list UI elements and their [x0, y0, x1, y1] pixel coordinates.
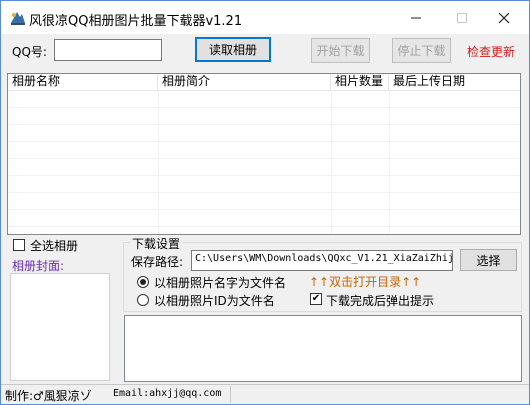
- list-empty-row: [8, 193, 520, 210]
- album-cover-label: 相册封面:: [12, 259, 65, 273]
- qq-number-label: QQ号:: [12, 45, 47, 59]
- list-empty-row: [8, 176, 520, 193]
- filename-by-id-label[interactable]: 以相册照片ID为文件名: [154, 292, 275, 309]
- start-download-button[interactable]: 开始下载: [311, 38, 370, 63]
- list-empty-row: [8, 91, 520, 108]
- title-bar[interactable]: 风很凉QQ相册图片批量下载器v1.21: [1, 1, 529, 34]
- select-all-label[interactable]: 全选相册: [30, 237, 78, 254]
- filename-by-name-radio[interactable]: [137, 276, 149, 288]
- filename-by-name-label[interactable]: 以相册照片名字为文件名: [154, 274, 286, 291]
- save-path-label: 保存路径:: [131, 255, 184, 269]
- column-album-name[interactable]: 相册名称: [8, 74, 158, 90]
- app-logo-icon: [9, 9, 27, 27]
- filename-by-id-radio[interactable]: [137, 294, 149, 306]
- album-list-header: 相册名称 相册简介 相片数量 最后上传日期: [8, 74, 520, 91]
- column-last-upload-date[interactable]: 最后上传日期: [389, 74, 520, 90]
- minimize-button[interactable]: [393, 1, 439, 34]
- minimize-icon: [411, 17, 421, 18]
- check-update-link[interactable]: 检查更新: [467, 43, 515, 60]
- album-cover-image: [10, 273, 110, 381]
- column-album-description[interactable]: 相册简介: [158, 74, 331, 90]
- list-empty-row: [8, 210, 520, 227]
- maximize-button: [439, 1, 485, 34]
- save-path-input[interactable]: C:\Users\WM\Downloads\QQxc_V1.21_XiaZaiZ…: [191, 250, 453, 271]
- column-photo-count[interactable]: 相片数量: [331, 74, 389, 90]
- list-empty-row: [8, 159, 520, 176]
- download-settings-title: 下载设置: [130, 235, 183, 252]
- read-album-button[interactable]: 读取相册: [195, 37, 271, 62]
- list-empty-row: [8, 125, 520, 142]
- close-button[interactable]: [481, 1, 527, 34]
- status-bar-divider: [1, 384, 529, 385]
- maximize-icon: [457, 12, 467, 23]
- album-list[interactable]: 相册名称 相册简介 相片数量 最后上传日期: [7, 73, 521, 235]
- select-all-checkbox[interactable]: [13, 239, 25, 251]
- status-bar-separator: [230, 386, 231, 403]
- author-label: 制作:♂風狠凉ゾ: [5, 389, 92, 403]
- email-label: Email:ahxjj@qq.com: [113, 388, 222, 399]
- popup-on-finish-label[interactable]: 下载完成后弹出提示: [326, 292, 434, 309]
- log-textarea[interactable]: [124, 315, 522, 382]
- app-window: 风很凉QQ相册图片批量下载器v1.21 QQ号: 读取相册 开始下载 停止下载 …: [0, 0, 530, 405]
- checkmark-icon: ✔: [311, 293, 321, 304]
- open-directory-hint: ↑↑双击打开目录↑↑: [309, 275, 422, 289]
- qq-number-input[interactable]: [54, 39, 162, 61]
- list-empty-row: [8, 142, 520, 159]
- window-title: 风很凉QQ相册图片批量下载器v1.21: [29, 14, 243, 29]
- close-icon: [498, 12, 510, 23]
- list-empty-row: [8, 108, 520, 125]
- stop-download-button[interactable]: 停止下载: [392, 38, 451, 63]
- choose-folder-button[interactable]: 选择: [460, 249, 517, 271]
- popup-on-finish-checkbox[interactable]: ✔: [310, 293, 322, 305]
